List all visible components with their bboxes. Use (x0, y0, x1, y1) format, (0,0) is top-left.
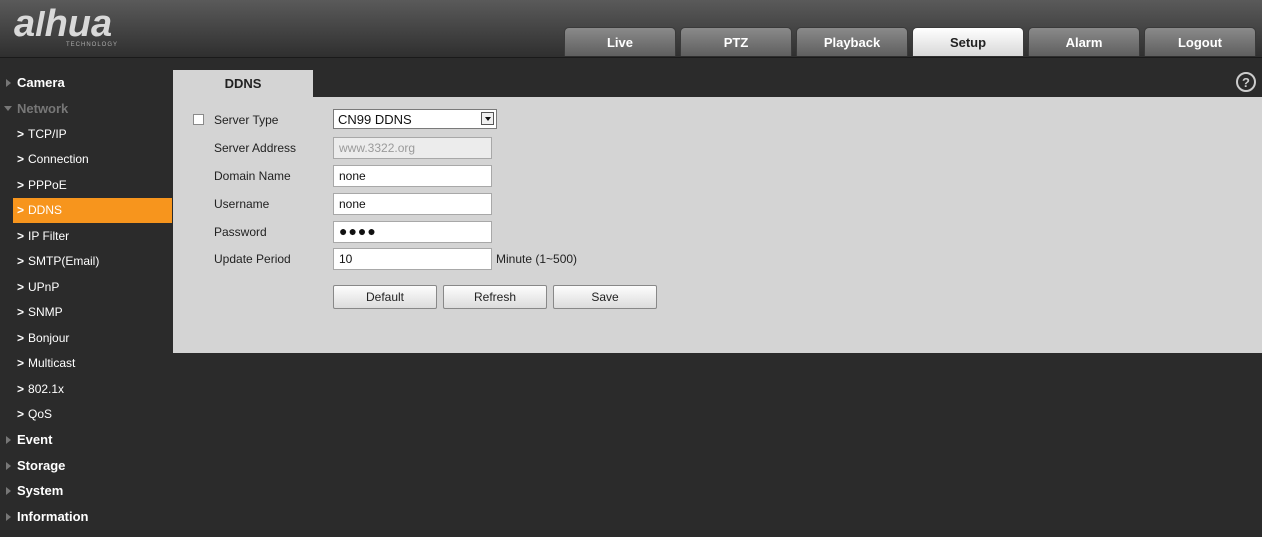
tab-ddns[interactable]: DDNS (173, 70, 313, 97)
chevron-right-icon: > (17, 254, 25, 269)
server-type-label: Server Type (214, 113, 279, 127)
help-icon[interactable]: ? (1236, 72, 1256, 92)
brand-logo-subtitle: TECHNOLOGY (66, 42, 119, 48)
triangle-right-icon (6, 436, 11, 444)
username-label: Username (214, 197, 270, 211)
password-input[interactable]: ●●●● (333, 221, 492, 243)
update-period-input[interactable]: 10 (333, 248, 492, 270)
sidebar-item-connection[interactable]: > Connection (0, 147, 172, 173)
server-address-label: Server Address (214, 141, 297, 155)
triangle-right-icon (6, 79, 11, 87)
triangle-right-icon (6, 461, 11, 470)
sidebar-item-multicast[interactable]: > Multicast (0, 351, 172, 377)
sidebar-item-label: Event (17, 432, 53, 448)
chevron-right-icon: > (17, 279, 25, 294)
tab-live[interactable]: Live (564, 27, 676, 56)
server-type-row: Server Type CN99 DDNS (173, 109, 1262, 131)
sidebar-menu: Camera Network > TCP/IP > Connection > PPPo… (0, 70, 172, 529)
domain-name-label: Domain Name (214, 169, 291, 183)
sidebar-item-smtp[interactable]: > SMTP(Email) (0, 249, 172, 275)
sidebar-item-label: SNMP (28, 305, 63, 320)
triangle-right-icon (6, 487, 11, 495)
ddns-settings-panel: Server Type CN99 DDNS Server Address www… (173, 97, 1262, 353)
username-row: Username none (173, 193, 1262, 215)
sidebar-item-label: SMTP(Email) (28, 254, 100, 269)
update-period-label: Update Period (214, 252, 291, 266)
chevron-right-icon: > (17, 381, 25, 396)
chevron-right-icon: > (17, 203, 25, 218)
sidebar-item-label: QoS (28, 407, 53, 422)
sidebar-item-label: System (17, 483, 64, 499)
chevron-down-icon (481, 112, 494, 125)
chevron-right-icon: > (17, 177, 25, 192)
sidebar-item-label: Network (17, 100, 69, 116)
update-period-unit: Minute (1~500) (496, 252, 578, 266)
server-type-select[interactable]: CN99 DDNS (333, 109, 497, 129)
sidebar-item-pppoe[interactable]: > PPPoE (0, 172, 172, 198)
domain-name-input[interactable]: none (333, 165, 492, 187)
sidebar-item-ip-filter[interactable]: > IP Filter (0, 223, 172, 249)
sidebar-item-upnp[interactable]: > UPnP (0, 274, 172, 300)
sidebar-item-label: Connection (28, 152, 89, 167)
sidebar-item-event[interactable]: Event (0, 427, 172, 453)
sidebar-item-8021x[interactable]: >802.1x (0, 376, 172, 402)
chevron-right-icon: > (17, 356, 25, 371)
sidebar-item-system[interactable]: System (0, 478, 172, 504)
sidebar-item-label: Multicast (28, 356, 76, 371)
tab-logout[interactable]: Logout (1144, 27, 1256, 56)
sidebar-item-label: Information (17, 508, 89, 524)
triangle-down-icon (4, 105, 12, 111)
tab-ptz[interactable]: PTZ (680, 27, 792, 56)
sidebar-item-ddns[interactable]: > DDNS (13, 197, 172, 223)
header-bar: alhua TECHNOLOGY Live PTZ Playback Setup… (0, 0, 1262, 58)
sidebar-item-label: TCP/IP (28, 126, 67, 141)
default-button[interactable]: Default (333, 285, 437, 309)
sidebar-item-label: 802.1x (28, 381, 65, 396)
sidebar-item-storage[interactable]: Storage (0, 453, 172, 479)
sidebar-item-label: IP Filter (28, 228, 70, 243)
domain-name-row: Domain Name none (173, 165, 1262, 187)
sidebar-item-label: Bonjour (28, 330, 70, 345)
chevron-right-icon: > (17, 228, 25, 243)
sidebar-item-snmp[interactable]: > SNMP (0, 300, 172, 326)
tab-setup[interactable]: Setup (912, 27, 1024, 56)
server-address-row: Server Address www.3322.org (173, 137, 1262, 159)
password-label: Password (214, 225, 267, 239)
brand-logo: alhua (14, 3, 113, 45)
content-tab-bar: DDNS ? (173, 70, 1262, 97)
server-address-input: www.3322.org (333, 137, 492, 159)
username-input[interactable]: none (333, 193, 492, 215)
sidebar-item-bonjour[interactable]: > Bonjour (0, 325, 172, 351)
password-row: Password ●●●● (173, 221, 1262, 243)
triangle-right-icon (6, 512, 11, 521)
sidebar-item-label: Camera (17, 75, 65, 91)
sidebar-item-label: DDNS (28, 203, 63, 218)
sidebar-item-tcpip[interactable]: > TCP/IP (0, 121, 172, 147)
tab-playback[interactable]: Playback (796, 27, 908, 56)
save-button[interactable]: Save (553, 285, 657, 309)
sidebar-item-information[interactable]: Information (0, 504, 172, 530)
update-period-row: Update Period 10 Minute (1~500) (173, 248, 1262, 270)
button-row: Default Refresh Save (173, 285, 1262, 309)
chevron-right-icon: > (17, 126, 25, 141)
main-nav-tabs: Live PTZ Playback Setup Alarm Logout (564, 27, 1256, 57)
sidebar-item-label: PPPoE (28, 177, 67, 192)
server-type-value: CN99 DDNS (338, 112, 412, 127)
server-type-checkbox[interactable] (193, 114, 204, 125)
chevron-right-icon: > (17, 330, 25, 345)
tab-alarm[interactable]: Alarm (1028, 27, 1140, 56)
sidebar-item-label: Storage (17, 457, 66, 473)
chevron-right-icon: > (17, 407, 25, 422)
sidebar-item-network[interactable]: Network (0, 96, 172, 122)
sidebar-item-camera[interactable]: Camera (0, 70, 172, 96)
sidebar-item-qos[interactable]: > QoS (0, 402, 172, 428)
sidebar-item-label: UPnP (28, 279, 60, 294)
refresh-button[interactable]: Refresh (443, 285, 547, 309)
chevron-right-icon: > (17, 305, 25, 320)
chevron-right-icon: > (17, 152, 25, 167)
